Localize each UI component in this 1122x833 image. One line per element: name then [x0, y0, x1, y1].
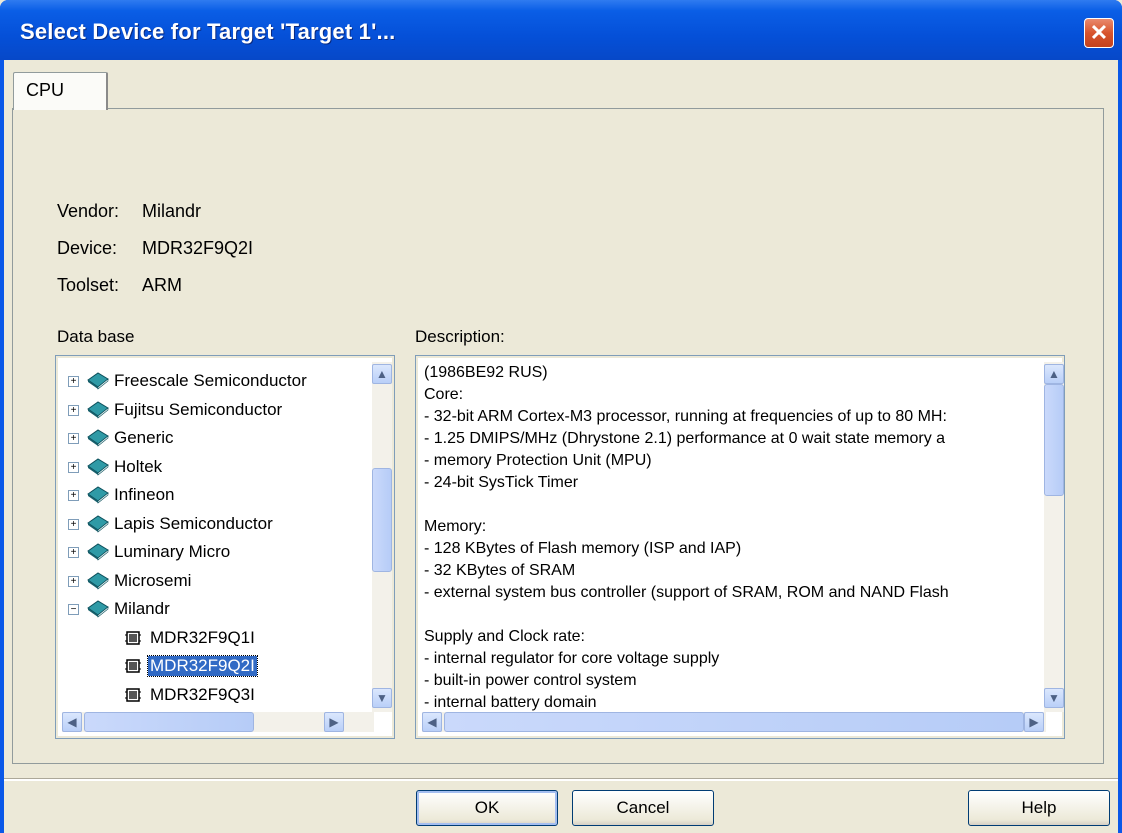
tree-vscroll-thumb[interactable] [372, 468, 392, 572]
description-line: - 1.25 DMIPS/MHz (Dhrystone 2.1) perform… [424, 430, 946, 447]
tree-vendor-label: Holtek [114, 456, 163, 476]
description-line: Supply and Clock rate: [424, 628, 585, 645]
description-line: - internal regulator for core voltage su… [424, 650, 720, 667]
description-text: (1986BE92 RUS) Core: - 32-bit ARM Cortex-… [416, 364, 1044, 714]
info-label: Vendor: [57, 201, 120, 221]
close-icon[interactable]: ✕ [1084, 18, 1114, 48]
book-icon [86, 370, 110, 395]
tree-vendor-item[interactable]: − Milandr [56, 596, 376, 622]
tree-vendor-label: Lapis Semiconductor [114, 513, 273, 533]
description-line: Memory: [424, 518, 487, 535]
description-line: Core: [424, 386, 464, 403]
info-value: MDR32F9Q2I [142, 238, 254, 258]
description-label: Description: [415, 327, 505, 346]
description-line: - internal battery domain [424, 694, 597, 711]
expand-icon[interactable]: + [68, 575, 79, 587]
dialog-client: Vendor: Milandr Device: MDR32F9Q2I Toolset: A… [4, 60, 1118, 833]
tree-vendor-label: Infineon [114, 485, 175, 504]
description-line: - 32 KBytes of SRAM [424, 562, 576, 579]
description-vscrollbar[interactable]: ▲ ▼ [1044, 362, 1064, 712]
tree-vendor-item[interactable]: + Microsemi [56, 568, 376, 594]
book-icon [86, 541, 110, 566]
scroll-right-icon[interactable]: ▶ [324, 712, 344, 732]
scroll-up-icon[interactable]: ▲ [1044, 364, 1064, 384]
chip-icon [124, 657, 142, 680]
scroll-left-icon[interactable]: ◀ [422, 712, 442, 732]
collapse-icon[interactable]: − [68, 604, 79, 615]
description-line: - external system bus controller (suppor… [424, 584, 949, 601]
tree-device-label: MDR32F9Q1I [150, 627, 255, 647]
book-icon [86, 598, 110, 623]
description-line: - 128 KBytes of Flash memory (ISP and IA… [424, 540, 742, 557]
book-icon [86, 427, 110, 452]
book-icon [86, 456, 110, 481]
tree-vendor-label: Generic [114, 428, 174, 447]
tree-vendor-item[interactable]: + Freescale Semiconductor [56, 368, 376, 394]
button-separator [4, 778, 1118, 781]
cpu-tab-panel: Vendor: Milandr Device: MDR32F9Q2I Toolset: A… [12, 108, 1104, 764]
expand-icon[interactable]: + [68, 433, 79, 444]
tree-vendor-label: Milandr [114, 599, 170, 618]
tree-vendor-label: Fujitsu Semiconductor [114, 399, 283, 419]
tree-vscrollbar[interactable]: ▲ ▼ [372, 362, 392, 712]
tree-vendor-item[interactable]: + Generic [56, 425, 376, 451]
info-value: ARM [142, 275, 182, 295]
description-box[interactable]: (1986BE92 RUS) Core: - 32-bit ARM Cortex-… [415, 355, 1065, 739]
expand-icon[interactable]: + [68, 404, 79, 416]
ok-button[interactable]: OK [416, 790, 558, 826]
scroll-right-icon[interactable]: ▶ [1024, 712, 1044, 732]
info-label: Device: [57, 238, 118, 258]
description-line: (1986BE92 RUS) [424, 364, 548, 381]
description-hscrollbar[interactable]: ◀ ▶ [422, 712, 1046, 732]
tab-cpu[interactable]: CPU [13, 72, 108, 110]
book-icon [86, 513, 110, 538]
tree-vendor-label: Luminary Micro [114, 542, 231, 561]
description-line: - 32-bit ARM Cortex-M3 processor, runnin… [424, 408, 947, 425]
database-tree[interactable]: + Freescale Semiconductor + Fujitsu Semicon… [55, 355, 395, 739]
description-hscroll-thumb[interactable] [444, 712, 1024, 732]
info-value: Milandr [142, 201, 202, 221]
tree-device-label: MDR32F9Q2I [147, 655, 258, 677]
dialog-window: Select Device for Target 'Target 1'... ✕… [0, 0, 1122, 833]
tree-content: + Freescale Semiconductor + Fujitsu Semicon… [56, 356, 376, 716]
expand-icon[interactable]: + [68, 518, 79, 530]
expand-icon[interactable]: + [68, 461, 79, 473]
tab-cpu-label: CPU [26, 80, 65, 100]
scroll-up-icon[interactable]: ▲ [372, 364, 392, 384]
tree-vendor-item[interactable]: + Fujitsu Semiconductor [56, 397, 376, 423]
scroll-down-icon[interactable]: ▼ [1044, 688, 1064, 708]
help-button[interactable]: Help [968, 790, 1110, 826]
book-icon [86, 570, 110, 595]
scroll-left-icon[interactable]: ◀ [62, 712, 82, 732]
expand-icon[interactable]: + [68, 547, 79, 558]
tree-vendor-item[interactable]: + Holtek [56, 454, 376, 480]
description-line: - 24-bit SysTick Timer [424, 474, 579, 491]
window-title: Select Device for Target 'Target 1'... [20, 19, 396, 44]
chip-icon [124, 629, 142, 652]
tree-device-item[interactable]: MDR32F9Q2I [56, 653, 376, 679]
tree-hscroll-thumb[interactable] [84, 712, 254, 732]
database-label: Data base [57, 327, 135, 346]
tree-vendor-item[interactable]: + Infineon [56, 482, 376, 508]
tree-vendor-item[interactable]: + Lapis Semiconductor [56, 511, 376, 537]
description-line: - memory Protection Unit (MPU) [424, 452, 652, 469]
chip-icon [124, 686, 142, 709]
info-label: Toolset: [57, 275, 120, 295]
description-vscroll-thumb[interactable] [1044, 384, 1064, 496]
tree-device-item[interactable]: MDR32F9Q3I [56, 682, 376, 708]
scroll-down-icon[interactable]: ▼ [372, 688, 392, 708]
cancel-button[interactable]: Cancel [572, 790, 714, 826]
description-line: - built-in power control system [424, 672, 637, 689]
tree-hscrollbar[interactable]: ◀ ▶ [62, 712, 374, 732]
tree-device-item[interactable]: MDR32F9Q1I [56, 625, 376, 651]
book-icon [86, 484, 110, 509]
tree-vendor-label: Freescale Semiconductor [114, 371, 307, 390]
tree-vendor-item[interactable]: + Luminary Micro [56, 539, 376, 565]
tree-vendor-label: Microsemi [114, 570, 192, 590]
tree-device-label: MDR32F9Q3I [150, 684, 255, 704]
title-bar[interactable]: Select Device for Target 'Target 1'... ✕ [0, 0, 1122, 60]
expand-icon[interactable]: + [68, 376, 79, 387]
expand-icon[interactable]: + [68, 490, 79, 501]
book-icon [86, 399, 110, 424]
